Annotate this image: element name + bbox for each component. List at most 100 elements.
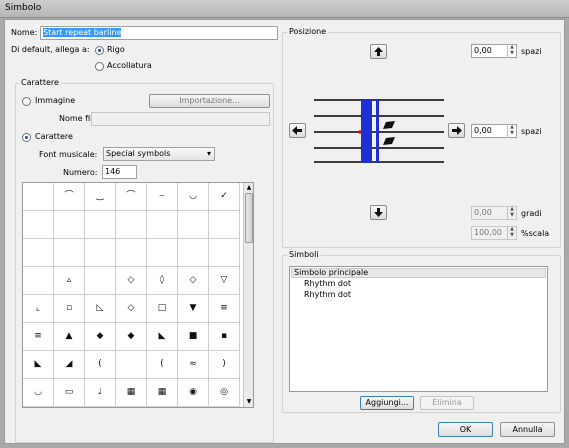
- attach-label: Di default, allega a:: [11, 45, 90, 54]
- glyph-cell[interactable]: (: [85, 351, 116, 379]
- glyph-cell[interactable]: ⌣: [147, 183, 178, 211]
- glyph-cell[interactable]: [116, 351, 147, 379]
- glyph-cell[interactable]: ): [209, 351, 240, 379]
- rotation-spinner[interactable]: ▲ ▼: [507, 206, 516, 220]
- glyph-cell[interactable]: ◇: [116, 267, 147, 295]
- glyph-cell[interactable]: [54, 211, 85, 239]
- glyph-cell[interactable]: ◇: [116, 295, 147, 323]
- glyph-cell[interactable]: ▪: [209, 323, 240, 351]
- glyph-cell[interactable]: [23, 211, 54, 239]
- glyph-cell[interactable]: [178, 239, 209, 267]
- arrow-right-icon: [452, 126, 462, 135]
- glyph-cell[interactable]: ◣: [147, 323, 178, 351]
- glyph-cell[interactable]: ▽: [209, 267, 240, 295]
- character-radio-label: Carattere: [35, 132, 73, 141]
- scale-unit-label: %scala: [521, 229, 550, 238]
- attach-accollatura-radio[interactable]: [95, 62, 104, 71]
- list-item[interactable]: Simbolo principale: [294, 268, 368, 278]
- glyph-cell[interactable]: ◊: [147, 267, 178, 295]
- symbols-list[interactable]: Simbolo principale Rhythm dot Rhythm dot: [289, 266, 548, 392]
- glyph-cell[interactable]: [209, 239, 240, 267]
- window-title: Simbolo: [5, 3, 42, 13]
- attach-rigo-radio[interactable]: [95, 46, 104, 55]
- list-item[interactable]: Rhythm dot: [304, 279, 351, 289]
- glyph-cell[interactable]: [116, 239, 147, 267]
- vertical-offset-spinner[interactable]: ▲ ▼: [507, 44, 516, 58]
- glyph-cell[interactable]: [85, 211, 116, 239]
- glyph-cell[interactable]: [116, 211, 147, 239]
- number-input[interactable]: 146: [102, 165, 137, 179]
- move-down-button[interactable]: [370, 205, 387, 220]
- thin-barline: [376, 99, 379, 163]
- glyph-cell[interactable]: ▭: [54, 379, 85, 407]
- glyph-cell[interactable]: ◡: [178, 183, 209, 211]
- glyph-cell[interactable]: ▦: [147, 379, 178, 407]
- glyph-cell[interactable]: ▼: [178, 295, 209, 323]
- list-item[interactable]: Rhythm dot: [304, 290, 351, 300]
- import-button[interactable]: Importazione...: [149, 94, 270, 108]
- move-right-button[interactable]: [448, 123, 465, 138]
- glyph-cell[interactable]: [23, 239, 54, 267]
- cancel-button[interactable]: Annulla: [500, 422, 555, 437]
- glyph-cell[interactable]: [23, 183, 54, 211]
- filename-input[interactable]: [91, 112, 270, 126]
- glyph-cell[interactable]: ⌒: [116, 183, 147, 211]
- glyph-cell[interactable]: ◎: [209, 379, 240, 407]
- glyph-grid-cells: ⌒ ‿ ⌒ ⌣ ◡ ✓ ▵ ◇ ◊ ◇ ▽ ⌞ ▫ ◺ ◇ □ ▼ ≡ ≡ ▲ ◆ ◆ ◣ ■ ▪ ◣ ◢((≈) ◡ ▭ ♩ ▦ ▦ ◉ ◎: [23, 183, 242, 407]
- glyph-cell[interactable]: ◆: [116, 323, 147, 351]
- glyph-cell[interactable]: [147, 239, 178, 267]
- glyph-cell[interactable]: ▵: [54, 267, 85, 295]
- symbols-group-title: Simboli: [287, 250, 321, 260]
- glyph-cell[interactable]: ✓: [209, 183, 240, 211]
- scroll-up-icon[interactable]: ▲: [244, 183, 254, 192]
- glyph-cell[interactable]: [147, 211, 178, 239]
- arrow-up-icon: [374, 47, 383, 56]
- glyph-cell[interactable]: ▲: [54, 323, 85, 351]
- glyph-cell[interactable]: ◺: [85, 295, 116, 323]
- glyph-cell[interactable]: ‿: [85, 183, 116, 211]
- glyph-cell[interactable]: ◣: [23, 351, 54, 379]
- horizontal-unit-label: spazi: [521, 127, 542, 136]
- glyph-cell[interactable]: ≈: [178, 351, 209, 379]
- add-button[interactable]: Aggiungi...: [360, 396, 414, 410]
- glyph-cell[interactable]: [85, 239, 116, 267]
- glyph-cell[interactable]: ■: [178, 323, 209, 351]
- position-group-title: Posizione: [287, 27, 329, 37]
- glyph-cell[interactable]: ◢: [54, 351, 85, 379]
- glyph-cell[interactable]: ≡: [23, 323, 54, 351]
- glyph-grid-scrollbar[interactable]: ▲ ▼: [243, 183, 253, 407]
- glyph-cell[interactable]: [23, 267, 54, 295]
- glyph-cell[interactable]: ◇: [178, 267, 209, 295]
- image-radio[interactable]: [22, 97, 31, 106]
- font-select[interactable]: Special symbols ▾: [103, 147, 215, 161]
- glyph-cell[interactable]: (: [147, 351, 178, 379]
- glyph-cell[interactable]: ⌒: [54, 183, 85, 211]
- scroll-down-icon[interactable]: ▼: [244, 397, 254, 406]
- horizontal-offset-spinner[interactable]: ▲ ▼: [507, 124, 516, 138]
- glyph-cell[interactable]: [178, 211, 209, 239]
- glyph-cell[interactable]: ◡: [23, 379, 54, 407]
- delete-button[interactable]: Elimina: [420, 396, 474, 410]
- glyph-cell[interactable]: [85, 267, 116, 295]
- move-left-button[interactable]: [289, 123, 306, 138]
- glyph-cell[interactable]: ♩: [85, 379, 116, 407]
- title-bar[interactable]: Simbolo: [0, 0, 569, 18]
- glyph-cell[interactable]: ▦: [116, 379, 147, 407]
- glyph-cell[interactable]: ◆: [85, 323, 116, 351]
- scale-spinner[interactable]: ▲ ▼: [507, 226, 516, 240]
- move-up-button[interactable]: [370, 44, 387, 59]
- glyph-cell[interactable]: [54, 239, 85, 267]
- glyph-cell[interactable]: ⌞: [23, 295, 54, 323]
- attach-accollatura-label: Accollatura: [107, 61, 152, 70]
- glyph-cell[interactable]: □: [147, 295, 178, 323]
- glyph-cell[interactable]: ≡: [209, 295, 240, 323]
- ok-button[interactable]: OK: [438, 422, 493, 437]
- scroll-thumb[interactable]: [245, 193, 253, 243]
- arrow-left-icon: [292, 126, 302, 135]
- glyph-cell[interactable]: [209, 211, 240, 239]
- glyph-cell[interactable]: ▫: [54, 295, 85, 323]
- glyph-cell[interactable]: ◉: [178, 379, 209, 407]
- character-radio[interactable]: [22, 133, 31, 142]
- name-input[interactable]: Start repeat barline: [40, 26, 278, 40]
- name-label: Nome:: [11, 28, 38, 37]
